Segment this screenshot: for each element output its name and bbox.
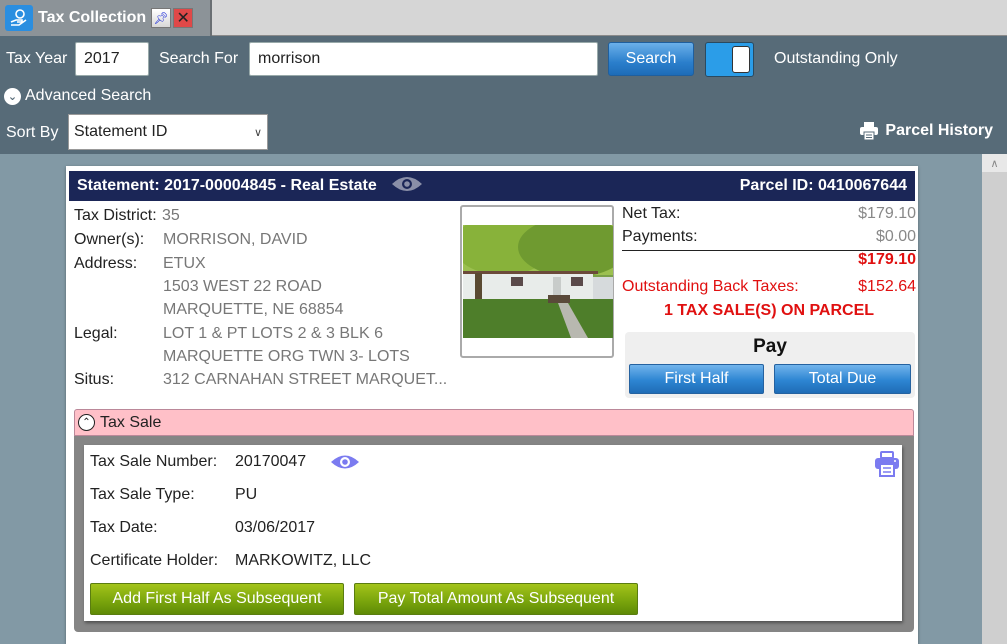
owners-label: Owner(s): bbox=[74, 231, 145, 248]
parcel-history-button[interactable]: Parcel History bbox=[859, 122, 993, 140]
sort-by-value: Statement ID bbox=[74, 123, 168, 140]
back-taxes-label: Outstanding Back Taxes: bbox=[622, 278, 799, 295]
tax-sale-title: Tax Sale bbox=[100, 413, 162, 431]
financial-summary: Net Tax: $179.10 Payments: $0.00 $179.10 O… bbox=[622, 205, 916, 326]
tax-sale-type-label: Tax Sale Type: bbox=[90, 486, 195, 503]
tax-sale-section-header[interactable]: ⌃ Tax Sale bbox=[74, 409, 914, 436]
legal-label: Legal: bbox=[74, 325, 118, 342]
tax-date-value: 03/06/2017 bbox=[235, 519, 316, 536]
total-due-button[interactable]: Total Due bbox=[774, 364, 911, 394]
tab-strip: Tax Collection 📌︎ ✕ bbox=[0, 0, 1007, 36]
address-line: 1503 WEST 22 ROAD bbox=[163, 278, 322, 295]
address-line: MARQUETTE, NE 68854 bbox=[163, 301, 344, 318]
back-taxes-value: $152.64 bbox=[858, 278, 916, 295]
printer-icon bbox=[860, 122, 879, 140]
property-photo[interactable] bbox=[460, 205, 614, 358]
payments-value: $0.00 bbox=[875, 228, 916, 245]
address-line: ETUX bbox=[163, 255, 206, 272]
chevron-up-circle-icon[interactable]: ⌃ bbox=[78, 414, 95, 431]
tax-year-input[interactable]: 2017 bbox=[75, 42, 149, 76]
owners-value: MORRISON, DAVID bbox=[163, 231, 308, 248]
tax-date-label: Tax Date: bbox=[90, 519, 158, 536]
net-tax-label: Net Tax: bbox=[622, 205, 681, 222]
statement-header: Statement: 2017-00004845 - Real Estate P… bbox=[69, 171, 915, 201]
legal-line: MARQUETTE ORG TWN 3- LOTS bbox=[163, 348, 410, 365]
pay-total-subsequent-button[interactable]: Pay Total Amount As Subsequent bbox=[354, 583, 638, 615]
vertical-scrollbar[interactable]: ∧ bbox=[982, 154, 1007, 644]
close-icon[interactable]: ✕ bbox=[173, 8, 194, 28]
eye-icon[interactable] bbox=[330, 453, 360, 476]
back-taxes-row: Outstanding Back Taxes: $152.64 bbox=[622, 278, 916, 301]
advanced-search-link[interactable]: Advanced Search bbox=[25, 87, 151, 105]
tax-sale-number-label: Tax Sale Number: bbox=[90, 453, 218, 470]
tab-tax-collection[interactable]: Tax Collection 📌︎ ✕ bbox=[0, 0, 212, 36]
statement-title: Statement: 2017-00004845 - Real Estate bbox=[77, 177, 377, 194]
search-toolbar: Tax Year 2017 Search For morrison Search… bbox=[0, 36, 1007, 154]
tax-sale-type-value: PU bbox=[235, 486, 258, 503]
balance-value: $179.10 bbox=[858, 251, 916, 268]
net-tax-value: $179.10 bbox=[858, 205, 916, 222]
hand-coin-icon bbox=[5, 5, 33, 31]
legal-line: LOT 1 & PT LOTS 2 & 3 BLK 6 bbox=[163, 325, 383, 342]
certificate-holder-value: MARKOWITZ, LLC bbox=[235, 552, 372, 569]
address-label: Address: bbox=[74, 255, 138, 272]
outstanding-only-label: Outstanding Only bbox=[774, 50, 898, 67]
search-button[interactable]: Search bbox=[608, 42, 694, 76]
parcel-id: Parcel ID: 0410067644 bbox=[739, 177, 907, 194]
search-for-label: Search For bbox=[159, 50, 239, 67]
sort-by-label: Sort By bbox=[6, 124, 59, 141]
search-input-value: morrison bbox=[258, 50, 321, 67]
tax-district-value: 35 bbox=[162, 207, 180, 224]
situs-label: Situs: bbox=[74, 371, 115, 388]
pay-title: Pay bbox=[753, 336, 787, 357]
payments-label: Payments: bbox=[622, 228, 698, 245]
pay-panel: Pay First Half Total Due bbox=[625, 332, 915, 398]
sort-by-select[interactable]: Statement ID ∨ bbox=[68, 114, 268, 150]
toggle-knob bbox=[732, 46, 750, 73]
payments-row: Payments: $0.00 bbox=[622, 228, 916, 251]
house-image bbox=[463, 225, 613, 338]
tab-title: Tax Collection bbox=[38, 9, 147, 26]
chevron-down-circle-icon[interactable]: ⌄ bbox=[4, 88, 21, 105]
tax-district-label: Tax District: bbox=[74, 207, 157, 224]
tax-sale-number-value: 20170047 bbox=[235, 453, 307, 470]
certificate-holder-label: Certificate Holder: bbox=[90, 552, 219, 569]
pin-icon[interactable]: 📌︎ bbox=[151, 8, 172, 28]
first-half-button[interactable]: First Half bbox=[629, 364, 764, 394]
chevron-down-icon: ∨ bbox=[253, 126, 262, 139]
printer-icon[interactable] bbox=[874, 451, 900, 482]
tax-sale-details: Tax Sale Number: 20170047 Tax Sale Type: P… bbox=[84, 445, 902, 621]
search-input[interactable]: morrison bbox=[249, 42, 598, 76]
statement-card: Statement: 2017-00004845 - Real Estate P… bbox=[66, 166, 918, 644]
tax-sale-section: Tax Sale Number: 20170047 Tax Sale Type: P… bbox=[74, 436, 914, 632]
tax-sale-notice: 1 TAX SALE(S) ON PARCEL bbox=[663, 302, 875, 319]
net-tax-row: Net Tax: $179.10 bbox=[622, 205, 916, 228]
tax-year-value: 2017 bbox=[84, 50, 120, 67]
results-area: Statement: 2017-00004845 - Real Estate P… bbox=[0, 154, 982, 644]
situs-value: 312 CARNAHAN STREET MARQUET... bbox=[163, 371, 448, 388]
eye-icon[interactable] bbox=[391, 175, 423, 198]
tax-year-label: Tax Year bbox=[6, 50, 68, 67]
add-first-half-subsequent-button[interactable]: Add First Half As Subsequent bbox=[90, 583, 344, 615]
outstanding-only-toggle[interactable] bbox=[705, 42, 754, 77]
parcel-history-label: Parcel History bbox=[885, 122, 993, 139]
scroll-up-arrow-icon[interactable]: ∧ bbox=[982, 154, 1007, 172]
